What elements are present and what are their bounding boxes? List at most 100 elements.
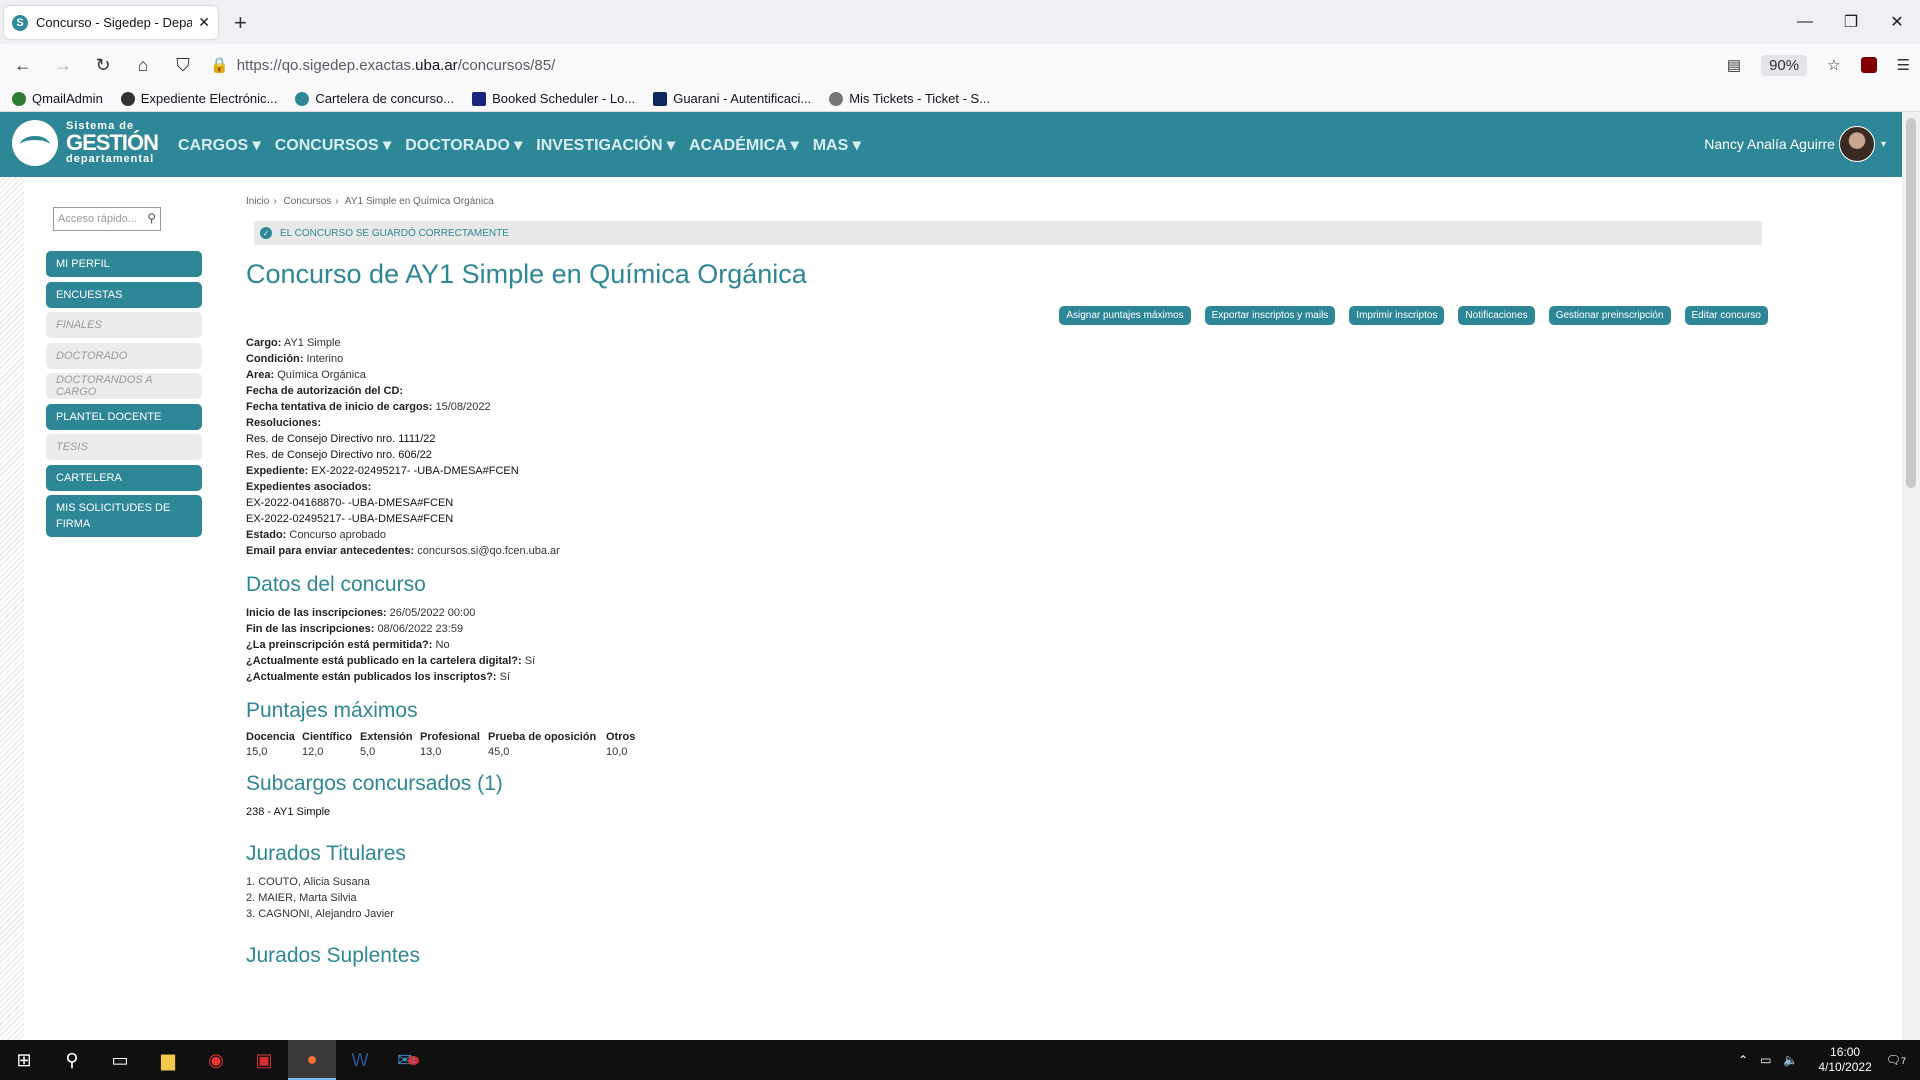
detail-expediente: Expediente: EX-2022-02495217- -UBA-DMESA… [246,465,519,477]
logo-line2: GESTIÓN [66,130,159,155]
table-cell: 12,0 [302,746,324,758]
sidebar-item-mi-perfil[interactable]: MI PERFIL [46,251,202,277]
success-alert: ✓ EL CONCURSO SE GUARDÓ CORRECTAMENTE [254,221,1762,245]
bookmark-item[interactable]: Expediente Electrónic... [120,91,277,106]
window-controls: — ❐ ✕ [1782,0,1920,44]
table-header: Científico [302,731,353,743]
task-view-icon[interactable]: ▭ [96,1040,144,1080]
bookmark-favicon-icon [472,91,487,106]
thunderbird-icon[interactable]: ✉ 1 [384,1040,432,1080]
breadcrumb: Inicio › Concursos › AY1 Simple en Química… [246,196,494,207]
table-header: Docencia [246,731,295,743]
suplentes-heading: Jurados Suplentes [246,944,420,967]
sidebar-item-encuestas[interactable]: ENCUESTAS [46,281,202,308]
browser-tab[interactable]: S Concurso - Sigedep - Departam ✕ [4,6,218,39]
detail-email: Email para enviar antecedentes: concurso… [246,545,560,557]
datos-preinscripcion: ¿La preinscripción está permitida?: No [246,639,450,651]
home-icon[interactable]: ⌂ [126,55,160,76]
detail-area: Area: Química Orgánica [246,369,366,381]
scrollbar[interactable] [1902,112,1920,1040]
concurso-details: Cargo: AY1 Simple Condición: Interino Ar… [246,335,1766,559]
search-icon[interactable]: ⚲ [48,1040,96,1080]
bookmark-item[interactable]: Mis Tickets - Ticket - S... [829,91,990,106]
word-icon[interactable]: W [336,1040,384,1080]
ublock-icon[interactable] [1860,57,1877,73]
datos-fin: Fin de las inscripciones: 08/06/2022 23:… [246,623,464,635]
forward-icon[interactable]: → [46,55,80,76]
shield-icon[interactable]: ⛉ [166,55,200,76]
close-window-icon[interactable]: ✕ [1874,0,1920,44]
asignar-puntajes-button[interactable]: Asignar puntajes máximos [1059,306,1191,325]
menu-concursos[interactable]: CONCURSOS ▾ [275,135,392,155]
reload-icon[interactable]: ↻ [86,55,120,76]
sidebar: Acceso rápido... ⚲ MI PERFIL ENCUESTAS F… [46,207,202,542]
back-icon[interactable]: ← [6,55,40,76]
close-tab-icon[interactable]: ✕ [198,14,210,31]
clock[interactable]: 16:00 4/10/2022 [1818,1045,1871,1075]
datos-section: Inicio de las inscripciones: 26/05/2022 … [246,605,1766,685]
avatar [1838,126,1875,162]
menu-cargos[interactable]: CARGOS ▾ [178,135,261,155]
sidebar-item-tesis: TESIS [46,434,202,460]
titulares-heading: Jurados Titulares [246,842,406,865]
sidebar-item-solicitudes[interactable]: MIS SOLICITUDES DE FIRMA [46,495,202,537]
detail-condicion: Condición: Interino [246,353,344,365]
bookmark-item[interactable]: Booked Scheduler - Lo... [472,91,635,106]
user-menu[interactable]: Nancy Analía Aguirre ▾ [1704,126,1886,162]
nav-bar: ← → ↻ ⌂ ⛉ 🔒 https://qo.sigedep.exactas. u… [0,44,1920,86]
gestionar-preinscripcion-button[interactable]: Gestionar preinscripción [1548,306,1671,325]
expediente-item: EX-2022-02495217- -UBA-DMESA#FCEN [246,513,454,525]
expediente-item: EX-2022-04168870- -UBA-DMESA#FCEN [246,497,454,509]
file-explorer-icon[interactable]: ▆ [144,1040,192,1080]
bookmark-star-icon[interactable]: ☆ [1827,56,1840,74]
table-cell: 15,0 [246,746,268,758]
subcargos-list: 238 - AY1 Simple [246,804,1766,820]
minimize-icon[interactable]: — [1782,0,1828,44]
bookmark-favicon-icon [829,91,844,106]
bookmarks-bar: QmailAdmin Expediente Electrónic... Cart… [0,86,1920,112]
table-cell: 13,0 [420,746,442,758]
resolucion-item: Res. de Consejo Directivo nro. 1111/22 [246,433,436,445]
main-menu: CARGOS ▾ CONCURSOS ▾ DOCTORADO ▾ INVESTI… [178,112,875,177]
bookmark-item[interactable]: Guarani - Autentificaci... [653,91,811,106]
table-header: Extensión [360,731,413,743]
windows-start-icon[interactable]: ⊞ [0,1040,48,1080]
search-placeholder: Acceso rápido... [58,213,137,225]
chrome-icon[interactable]: ◉ [192,1040,240,1080]
menu-mas[interactable]: MAS ▾ [813,135,861,155]
breadcrumb-inicio[interactable]: Inicio [246,196,269,207]
firefox-icon[interactable]: ● [288,1040,336,1080]
bookmark-item[interactable]: Cartelera de concurso... [295,91,454,106]
chevron-up-icon[interactable]: ⌃ [1738,1053,1748,1067]
reader-icon[interactable]: ▤ [1727,56,1741,74]
imprimir-button[interactable]: Imprimir inscriptos [1349,306,1445,325]
zoom-level[interactable]: 90% [1761,54,1808,76]
sidebar-item-cartelera[interactable]: CARTELERA [46,464,202,491]
volume-icon[interactable]: 🔈 [1783,1053,1798,1067]
badge: 1 [408,1055,419,1065]
search-icon[interactable]: ⚲ [147,211,156,225]
restore-icon[interactable]: ❐ [1828,0,1874,44]
network-icon[interactable]: ▭ [1760,1053,1771,1067]
acrobat-icon[interactable]: ▣ [240,1040,288,1080]
detail-expedientes-asociados: Expedientes asociados: [246,481,372,493]
table-header: Otros [606,731,636,743]
sidebar-item-plantel[interactable]: PLANTEL DOCENTE [46,403,202,430]
menu-academica[interactable]: ACADÉMICA ▾ [689,135,799,155]
editar-concurso-button[interactable]: Editar concurso [1684,306,1768,325]
notifications-icon[interactable]: 🗨7 [1886,1053,1906,1067]
menu-investigacion[interactable]: INVESTIGACIÓN ▾ [536,135,675,155]
exportar-button[interactable]: Exportar inscriptos y mails [1204,306,1336,325]
notificaciones-button[interactable]: Notificaciones [1458,306,1535,325]
scrollbar-thumb[interactable] [1906,118,1916,488]
breadcrumb-concursos[interactable]: Concursos [283,196,331,207]
menu-doctorado[interactable]: DOCTORADO ▾ [405,135,522,155]
quick-search-input[interactable]: Acceso rápido... ⚲ [53,207,161,231]
bookmark-item[interactable]: QmailAdmin [12,91,103,106]
new-tab-icon[interactable]: + [234,10,247,36]
app-logo[interactable]: Sistema de GESTIÓN departamental [12,120,159,166]
menu-icon[interactable]: ☰ [1897,56,1910,74]
sidebar-item-doctorandos: DOCTORANDOS A CARGO [46,373,202,399]
url-bar[interactable]: 🔒 https://qo.sigedep.exactas. uba.ar/conc… [210,48,1860,82]
list-item: 3. CAGNONI, Alejandro Javier [246,908,394,920]
